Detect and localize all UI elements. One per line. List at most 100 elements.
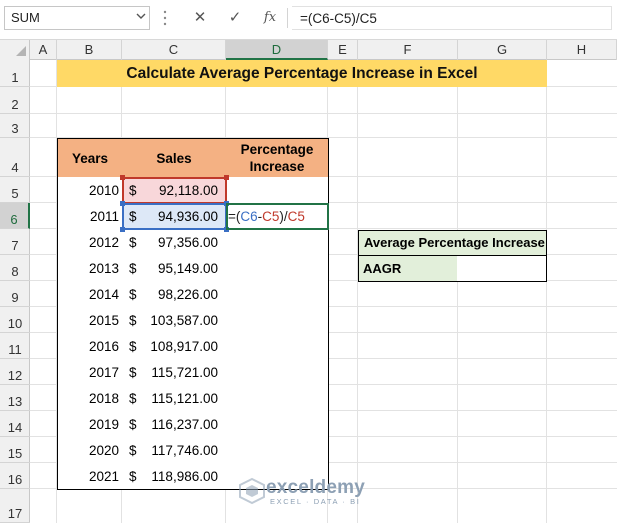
column-header-d[interactable]: D: [226, 40, 328, 60]
row-header-7[interactable]: 7: [0, 229, 30, 255]
row-header-8[interactable]: 8: [0, 255, 30, 281]
currency-symbol: $: [129, 261, 137, 276]
column-header-bar: A B C D E F G H: [0, 39, 617, 60]
row-header-2[interactable]: 2: [0, 87, 30, 114]
currency-symbol: $: [129, 287, 137, 302]
year-cell[interactable]: 2019: [57, 411, 123, 438]
year-cell[interactable]: 2012: [57, 229, 123, 256]
sales-cell[interactable]: $115,721.00: [122, 359, 227, 386]
cancel-icon[interactable]: ✕: [185, 6, 215, 30]
column-header-c[interactable]: C: [122, 40, 226, 60]
row-header-16[interactable]: 16: [0, 463, 30, 489]
range-handle[interactable]: [120, 175, 125, 180]
year-cell[interactable]: 2015: [57, 307, 123, 334]
row-header-11[interactable]: 11: [0, 333, 30, 359]
sheet-title[interactable]: Calculate Average Percentage Increase in…: [57, 60, 547, 87]
year-cell[interactable]: 2010: [57, 177, 123, 204]
sales-amount: 117,746.00: [151, 443, 218, 458]
currency-symbol: $: [129, 339, 137, 354]
sales-amount: 97,356.00: [157, 235, 218, 250]
percentage-increase-cell[interactable]: [226, 333, 329, 360]
row-header-15[interactable]: 15: [0, 437, 30, 463]
currency-symbol: $: [129, 313, 137, 328]
active-cell-outline: [226, 203, 329, 230]
percentage-increase-cell[interactable]: [226, 437, 329, 464]
sales-amount: 115,721.00: [151, 365, 218, 380]
sales-amount: 118,986.00: [151, 469, 218, 484]
column-header-e[interactable]: E: [328, 40, 358, 60]
year-cell[interactable]: 2021: [57, 463, 123, 490]
table-header-years[interactable]: Years: [57, 138, 123, 178]
aagr-label[interactable]: AAGR: [358, 255, 458, 282]
sales-cell[interactable]: $116,237.00: [122, 411, 227, 438]
reference-range-c5: [122, 177, 227, 204]
range-handle[interactable]: [224, 175, 229, 180]
column-header-b[interactable]: B: [57, 40, 122, 60]
sales-amount: 115,121.00: [151, 391, 218, 406]
chevron-down-icon[interactable]: [136, 11, 146, 21]
sales-cell[interactable]: $117,746.00: [122, 437, 227, 464]
insert-function-icon[interactable]: fx: [255, 6, 285, 30]
row-header-12[interactable]: 12: [0, 359, 30, 385]
year-cell[interactable]: 2017: [57, 359, 123, 386]
year-cell[interactable]: 2014: [57, 281, 123, 308]
table-header-percentage-increase[interactable]: Percentage Increase: [226, 138, 329, 178]
average-percentage-increase-header[interactable]: Average Percentage Increase: [358, 230, 547, 256]
year-cell[interactable]: 2020: [57, 437, 123, 464]
name-box[interactable]: SUM: [4, 6, 150, 30]
percentage-increase-cell[interactable]: [226, 281, 329, 308]
range-handle[interactable]: [120, 201, 125, 206]
table-header-sales[interactable]: Sales: [122, 138, 227, 178]
row-header-10[interactable]: 10: [0, 307, 30, 333]
percentage-increase-cell[interactable]: [226, 411, 329, 438]
sales-cell[interactable]: $115,121.00: [122, 385, 227, 412]
sales-cell[interactable]: $95,149.00: [122, 255, 227, 282]
row-header-6[interactable]: 6: [0, 203, 30, 229]
year-cell[interactable]: 2018: [57, 385, 123, 412]
currency-symbol: $: [129, 443, 137, 458]
percentage-increase-cell[interactable]: [226, 359, 329, 386]
sales-cell[interactable]: $103,587.00: [122, 307, 227, 334]
row-header-9[interactable]: 9: [0, 281, 30, 307]
sales-amount: 103,587.00: [150, 313, 218, 328]
drag-handle-icon[interactable]: [162, 8, 168, 28]
row-header-1[interactable]: 1: [0, 60, 30, 87]
enter-icon[interactable]: ✓: [220, 6, 250, 30]
row-header-17[interactable]: 17: [0, 489, 30, 523]
column-header-g[interactable]: G: [458, 40, 547, 60]
sales-cell[interactable]: $118,986.00: [122, 463, 227, 490]
sales-cell[interactable]: $98,226.00: [122, 281, 227, 308]
formula-input[interactable]: =(C6-C5)/C5: [292, 6, 612, 30]
gridline-horizontal: [30, 113, 617, 114]
watermark-name: exceldemy: [266, 477, 365, 498]
row-header-14[interactable]: 14: [0, 411, 30, 437]
gridline-vertical: [457, 60, 458, 523]
currency-symbol: $: [129, 391, 137, 406]
watermark-tagline: EXCEL · DATA · BI: [270, 497, 361, 506]
percentage-increase-cell[interactable]: [226, 255, 329, 282]
sales-amount: 108,917.00: [150, 339, 218, 354]
sales-cell[interactable]: $108,917.00: [122, 333, 227, 360]
year-cell[interactable]: 2013: [57, 255, 123, 282]
year-cell[interactable]: 2011: [57, 203, 123, 230]
percentage-increase-cell[interactable]: [226, 229, 329, 256]
column-header-f[interactable]: F: [358, 40, 458, 60]
row-header-13[interactable]: 13: [0, 385, 30, 411]
column-header-h[interactable]: H: [547, 40, 617, 60]
percentage-increase-cell[interactable]: [226, 385, 329, 412]
gridline-vertical: [546, 60, 547, 523]
formula-bar-divider: [287, 8, 288, 28]
percentage-increase-cell[interactable]: [226, 177, 329, 204]
range-handle[interactable]: [120, 227, 125, 232]
year-cell[interactable]: 2016: [57, 333, 123, 360]
row-header-3[interactable]: 3: [0, 114, 30, 138]
currency-symbol: $: [129, 417, 137, 432]
sales-amount: 116,237.00: [151, 417, 218, 432]
column-header-a[interactable]: A: [30, 40, 57, 60]
currency-symbol: $: [129, 469, 137, 484]
row-header-5[interactable]: 5: [0, 177, 30, 203]
sales-cell[interactable]: $97,356.00: [122, 229, 227, 256]
row-header-4[interactable]: 4: [0, 138, 30, 177]
percentage-increase-cell[interactable]: [226, 307, 329, 334]
aagr-value-cell[interactable]: [457, 255, 547, 282]
